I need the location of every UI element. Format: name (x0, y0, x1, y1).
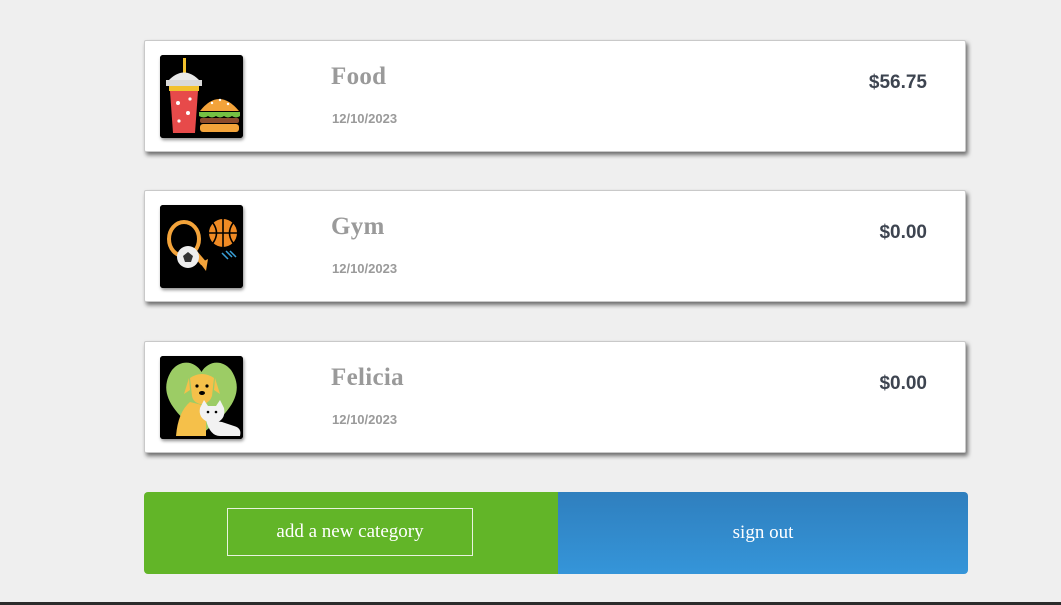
category-card-gym[interactable]: Gym 12/10/2023 $0.00 (144, 190, 966, 302)
sign-out-button[interactable]: sign out (558, 492, 968, 574)
category-name: Gym (331, 213, 385, 240)
category-amount: $0.00 (879, 222, 927, 243)
add-category-panel: add a new category (144, 492, 558, 574)
pets-icon (160, 356, 243, 439)
action-bar: add a new category sign out (144, 492, 968, 574)
category-amount: $0.00 (879, 373, 927, 394)
category-card-food[interactable]: Food 12/10/2023 $56.75 (144, 40, 966, 152)
sports-icon (160, 205, 243, 288)
category-date: 12/10/2023 (332, 261, 398, 276)
category-card-felicia[interactable]: Felicia 12/10/2023 $0.00 (144, 341, 966, 453)
category-amount: $56.75 (868, 72, 927, 93)
food-icon (160, 55, 243, 138)
category-date: 12/10/2023 (332, 412, 398, 427)
add-category-button[interactable]: add a new category (227, 508, 473, 556)
category-date: 12/10/2023 (332, 111, 398, 126)
category-name: Food (331, 63, 387, 90)
category-name: Felicia (331, 364, 404, 391)
